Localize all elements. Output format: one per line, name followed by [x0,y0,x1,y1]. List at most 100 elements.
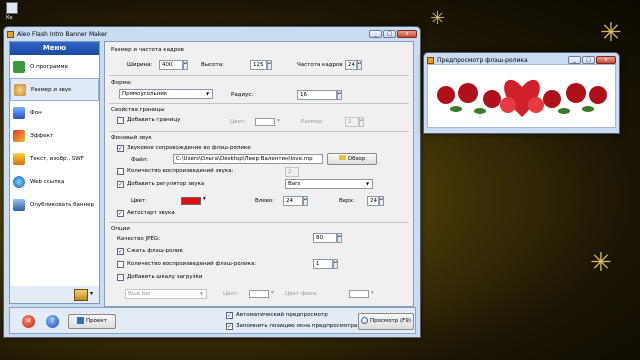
width-input[interactable]: 400 [159,60,183,70]
options-section-title: Опции [111,226,130,232]
preview-button[interactable]: Просмотр (F9) [358,313,414,330]
jpeg-quality-spinner[interactable]: ▴▾ [337,233,342,243]
sidebar-item-web-link[interactable]: Web ссылка [10,170,99,193]
regulator-left-label: Влево: [255,198,275,204]
divider [109,131,409,132]
jpeg-quality-input[interactable]: 80 [313,233,337,243]
regulator-top-spinner[interactable]: ▴▾ [379,196,384,206]
remember-position-checkbox[interactable]: ✓ [226,323,233,330]
loadbar-checkbox[interactable] [117,274,124,281]
regulator-left-spinner[interactable]: ▴▾ [303,196,308,206]
close-button[interactable]: x [596,56,616,64]
sidebar-item-text-image[interactable]: Текст, изобр., SWF [10,147,99,170]
main-window-titlebar[interactable]: Aleo Flash Intro Banner Maker _ □ x [4,27,420,41]
sound-repeat-checkbox[interactable] [117,168,124,175]
height-input[interactable]: 125 [250,60,267,70]
border-color-swatch[interactable] [255,118,275,126]
flash-repeat-label: Количество воспроизведений флэш-ролика: [127,261,257,267]
app-icon [7,30,14,38]
sidebar-item-effect[interactable]: Эффект [10,124,99,147]
add-border-checkbox[interactable] [117,117,124,124]
sidebar-item-publish[interactable]: Опубликовать баннер [10,193,99,216]
sidebar-item-size-sound[interactable]: Размер и звук [10,78,99,101]
sidebar-title: Меню [10,42,99,55]
border-size-label: Размер: [301,119,324,125]
shape-label: Форма: [111,80,132,86]
web-link-icon [13,175,25,188]
publish-icon [13,198,25,211]
save-icon [77,317,85,324]
regulator-color-swatch[interactable] [181,197,201,205]
border-size-input[interactable]: 2 [345,117,359,127]
close-button[interactable]: x [397,30,417,38]
paint-tool-icon[interactable] [74,289,88,301]
regulator-style-select[interactable]: Bars ▼ [285,179,373,189]
compress-checkbox[interactable]: ✓ [117,248,124,255]
regulator-color-label: Цвет: [131,198,147,204]
sound-autostart-label: Автостарт звука [127,210,175,216]
regulator-top-label: Верх: [339,198,355,204]
loadbar-style-select[interactable]: Blue bar ▼ [125,289,207,299]
radius-spinner[interactable]: ▴▾ [337,90,342,100]
radius-input[interactable]: 16 [297,90,337,100]
shape-select[interactable]: Прямоугольник ▼ [119,89,213,99]
divider [109,75,409,76]
width-spinner[interactable]: ▴▾ [183,60,188,70]
help-icon[interactable]: ? [46,315,59,328]
loadbar-style-value: Blue bar [128,291,152,297]
folder-icon [338,155,346,160]
sound-regulator-checkbox[interactable]: ✓ [117,181,124,188]
height-spinner[interactable]: ▴▾ [267,60,272,70]
fps-spinner[interactable]: ▴▾ [357,60,362,70]
size-section-title: Размер и частота кадров [111,47,184,53]
sidebar-item-label: Web ссылка [30,178,65,185]
sidebar-bottom-panel: ▾ [9,286,100,304]
minimize-button[interactable]: _ [568,56,581,64]
flash-repeat-checkbox[interactable] [117,261,124,268]
sidebar-menu: Меню О программе Размер и звук Фон Эффек… [9,41,100,303]
loadbar-bgcolor-swatch[interactable] [349,290,369,298]
sound-autostart-checkbox[interactable]: ✓ [117,210,124,217]
sidebar-item-background[interactable]: Фон [10,101,99,124]
sound-enable-label: Звуковое сопровождение во флэш-ролике [127,145,251,151]
regulator-top-input[interactable]: 24 [367,196,379,206]
loadbar-color-swatch[interactable] [249,290,269,298]
minimize-button[interactable]: _ [369,30,382,38]
computer-icon[interactable] [6,2,18,14]
chevron-down-icon[interactable]: ▾ [277,118,280,124]
browse-button[interactable]: Обзор [327,153,377,165]
sound-file-input[interactable]: C:\Users\Ольга\Desktop\Леер Валентин\lov… [173,154,323,164]
border-size-spinner[interactable]: ▴▾ [359,117,364,127]
maximize-button[interactable]: □ [582,56,595,64]
sidebar-item-about[interactable]: О программе [10,55,99,78]
flash-repeat-spinner[interactable]: ▴▾ [333,259,338,269]
settings-panel: Размер и частота кадров Ширина: 400 ▴▾ В… [104,41,414,307]
border-color-label: Цвет: [230,119,246,125]
project-label: Проект [86,318,107,324]
chevron-down-icon: ▼ [365,181,370,186]
chevron-down-icon[interactable]: ▾ [90,290,93,297]
jpeg-quality-label: Качество JPEG: [117,236,161,242]
border-section-title: Свойства границы [111,107,165,113]
exit-icon[interactable]: ✕ [22,315,35,328]
regulator-style-value: Bars [288,181,301,187]
banner-preview [427,64,616,128]
auto-preview-checkbox[interactable]: ✓ [226,312,233,319]
sound-enable-checkbox[interactable]: ✓ [117,145,124,152]
snowflake-decoration-icon: ✳ [600,18,622,48]
preview-label: Просмотр (F9) [370,318,411,324]
regulator-left-input[interactable]: 24 [283,196,303,206]
project-button[interactable]: Проект [68,314,116,329]
divider [109,103,409,104]
sound-repeat-input[interactable]: 2 [285,167,299,177]
sound-section-title: Фоновый звук [111,135,152,141]
chevron-down-icon[interactable]: ▾ [203,196,206,202]
chevron-down-icon: ▼ [205,91,210,96]
chevron-down-icon[interactable]: ▾ [271,290,274,296]
preview-window-title: Предпросмотр флэш-ролика [437,56,528,64]
maximize-button[interactable]: □ [383,30,396,38]
fps-input[interactable]: 24 [345,60,357,70]
sound-regulator-label: Добавить регулятор звука [127,181,205,187]
flash-repeat-input[interactable]: 1 [313,259,333,269]
chevron-down-icon[interactable]: ▾ [371,290,374,296]
